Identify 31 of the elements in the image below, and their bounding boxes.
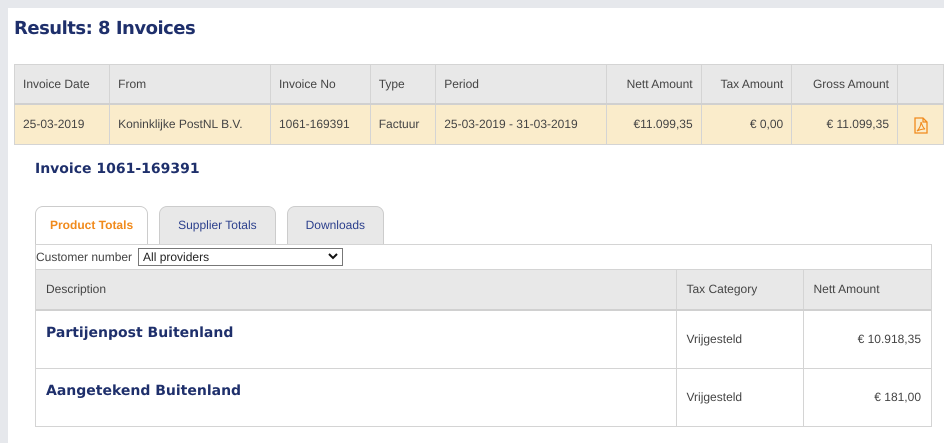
field-label: Customer number — [36, 248, 132, 266]
column-header: Type — [370, 64, 436, 104]
provider-dropdown[interactable]: All providers — [138, 248, 344, 266]
table-cell: € 181,00 — [803, 368, 931, 426]
table-cell: €11.099,35 — [606, 104, 702, 144]
table-cell: Factuur — [370, 104, 436, 144]
column-header: Gross Amount — [792, 64, 898, 104]
column-header: Description — [36, 269, 676, 310]
column-header: Invoice Date — [14, 64, 110, 104]
column-header: Nett Amount — [606, 64, 702, 104]
section-title: Invoice 1061-169391 — [35, 160, 201, 179]
table-cell: 1061-169391 — [270, 104, 370, 144]
chevron-down-icon — [328, 253, 338, 260]
column-header: From — [110, 64, 270, 104]
column-header: Invoice No — [270, 64, 370, 104]
table-cell: € 11.099,35 — [792, 104, 898, 144]
column-header: Period — [436, 64, 607, 104]
pdf-icon[interactable] — [914, 116, 928, 134]
table-cell: € 0,00 — [701, 104, 792, 144]
tab[interactable]: Supplier Totals — [159, 206, 276, 244]
table-cell: 25-03-2019 — [14, 104, 110, 144]
table-cell: Vrijgesteld — [676, 310, 803, 368]
column-header: Tax Amount — [701, 64, 792, 104]
tab[interactable]: Downloads — [286, 206, 384, 244]
table-cell: 25-03-2019 - 31-03-2019 — [436, 104, 607, 144]
column-header: Nett Amount — [803, 269, 931, 310]
page-title: Results: 8 Invoices — [14, 18, 196, 40]
column-header: Tax Category — [676, 269, 803, 310]
table-cell: Koninklijke PostNL B.V. — [110, 104, 270, 144]
product-name: Partijenpost Buitenland — [36, 310, 676, 368]
product-name: Aangetekend Buitenland — [36, 368, 676, 426]
